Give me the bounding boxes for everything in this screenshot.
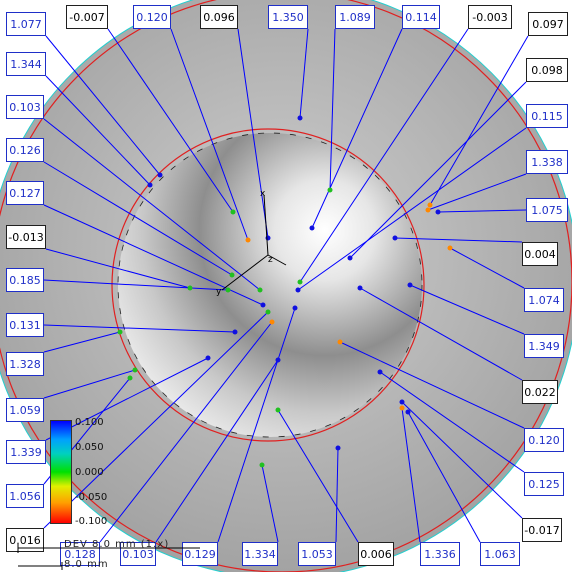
deviation-label[interactable]: 1.063 bbox=[480, 542, 520, 566]
measurement-point[interactable] bbox=[257, 287, 263, 293]
deviation-label[interactable]: 0.006 bbox=[358, 542, 394, 566]
measurement-point[interactable] bbox=[297, 279, 303, 285]
deviation-label[interactable]: 0.115 bbox=[526, 104, 568, 128]
measurement-point[interactable] bbox=[232, 329, 238, 335]
measurement-point[interactable] bbox=[447, 245, 453, 251]
deviation-label[interactable]: 0.129 bbox=[182, 542, 218, 566]
measurement-point[interactable] bbox=[275, 407, 281, 413]
measurement-point[interactable] bbox=[405, 409, 411, 415]
deviation-label[interactable]: 1.334 bbox=[242, 542, 278, 566]
measurement-point[interactable] bbox=[117, 329, 123, 335]
deviation-label[interactable]: 1.338 bbox=[526, 150, 568, 174]
deviation-label[interactable]: 0.114 bbox=[402, 5, 440, 29]
axis-y-label: y bbox=[216, 287, 222, 297]
deviation-label[interactable]: 0.004 bbox=[522, 242, 558, 266]
deviation-label[interactable]: 1.339 bbox=[6, 440, 46, 464]
measurement-point[interactable] bbox=[335, 445, 341, 451]
deviation-label[interactable]: 0.096 bbox=[200, 5, 238, 29]
measurement-point[interactable] bbox=[275, 357, 281, 363]
measurement-point[interactable] bbox=[147, 182, 153, 188]
measurement-point[interactable] bbox=[337, 339, 343, 345]
measurement-point[interactable] bbox=[132, 367, 138, 373]
measurement-point[interactable] bbox=[399, 405, 405, 411]
measurement-point[interactable] bbox=[399, 399, 405, 405]
legend-tick-min: -0.100 bbox=[75, 516, 108, 527]
deviation-label[interactable]: 0.125 bbox=[524, 472, 564, 496]
deviation-label[interactable]: 1.074 bbox=[524, 288, 564, 312]
measurement-point[interactable] bbox=[377, 369, 383, 375]
deviation-label[interactable]: 1.077 bbox=[6, 12, 46, 36]
deviation-label[interactable]: 1.053 bbox=[298, 542, 336, 566]
measurement-point[interactable] bbox=[187, 285, 193, 291]
deviation-label[interactable]: 0.120 bbox=[524, 428, 564, 452]
scale-bar-caption: DEV 8.0 mm (1:x) bbox=[64, 539, 170, 550]
deviation-label[interactable]: 1.328 bbox=[6, 352, 44, 376]
deviation-label[interactable]: 0.120 bbox=[133, 5, 171, 29]
legend-tick-zero: 0.000 bbox=[75, 467, 104, 478]
measurement-point[interactable] bbox=[225, 287, 231, 293]
legend-tick-max: 0.100 bbox=[75, 417, 104, 428]
deviation-label[interactable]: 0.126 bbox=[6, 138, 44, 162]
measurement-point[interactable] bbox=[407, 282, 413, 288]
dome-surface bbox=[118, 133, 422, 437]
measurement-point[interactable] bbox=[427, 202, 433, 208]
axis-x-label: x bbox=[260, 189, 266, 199]
measurement-point[interactable] bbox=[230, 209, 236, 215]
measurement-point[interactable] bbox=[259, 462, 265, 468]
deviation-label[interactable]: 1.350 bbox=[268, 5, 308, 29]
measurement-point[interactable] bbox=[297, 115, 303, 121]
measurement-point[interactable] bbox=[245, 237, 251, 243]
measurement-point[interactable] bbox=[327, 187, 333, 193]
deviation-label[interactable]: 0.127 bbox=[6, 181, 44, 205]
measurement-point[interactable] bbox=[205, 355, 211, 361]
measurement-point[interactable] bbox=[425, 207, 431, 213]
deviation-label[interactable]: 0.185 bbox=[6, 268, 44, 292]
measurement-point[interactable] bbox=[357, 285, 363, 291]
measurement-point[interactable] bbox=[260, 302, 266, 308]
deviation-label[interactable]: 0.131 bbox=[6, 313, 44, 337]
measurement-point[interactable] bbox=[309, 225, 315, 231]
measurement-point[interactable] bbox=[347, 255, 353, 261]
measurement-point[interactable] bbox=[392, 235, 398, 241]
deviation-label[interactable]: 0.022 bbox=[522, 380, 558, 404]
color-scale-bar bbox=[50, 420, 72, 524]
deviation-label[interactable]: 1.336 bbox=[420, 542, 460, 566]
deviation-label[interactable]: 0.098 bbox=[526, 58, 568, 82]
axis-z-label: z bbox=[268, 255, 273, 265]
measurement-point[interactable] bbox=[435, 209, 441, 215]
deviation-label[interactable]: -0.013 bbox=[6, 225, 46, 249]
deviation-label[interactable]: 1.059 bbox=[6, 398, 44, 422]
legend-tick-high: 0.050 bbox=[75, 442, 104, 453]
deviation-label[interactable]: 1.056 bbox=[6, 484, 44, 508]
deviation-label[interactable]: 0.016 bbox=[6, 528, 44, 552]
deviation-label[interactable]: -0.003 bbox=[468, 5, 512, 29]
part-render: x y z bbox=[0, 0, 572, 572]
inspection-viewport[interactable]: x y z 1.077 -0.007 0.120 0.096 1.350 1.089 0.1… bbox=[0, 0, 572, 572]
measurement-point[interactable] bbox=[157, 172, 163, 178]
deviation-label[interactable]: -0.017 bbox=[522, 518, 562, 542]
measurement-point[interactable] bbox=[295, 287, 301, 293]
deviation-label[interactable]: 0.097 bbox=[528, 12, 568, 36]
measurement-point[interactable] bbox=[269, 319, 275, 325]
measurement-point[interactable] bbox=[292, 305, 298, 311]
deviation-label[interactable]: -0.007 bbox=[66, 5, 108, 29]
deviation-label[interactable]: 1.344 bbox=[6, 52, 46, 76]
deviation-label[interactable]: 1.089 bbox=[335, 5, 375, 29]
deviation-label[interactable]: 1.075 bbox=[526, 198, 568, 222]
measurement-point[interactable] bbox=[229, 272, 235, 278]
legend-tick-low: -0.050 bbox=[75, 492, 108, 503]
deviation-label[interactable]: 1.349 bbox=[524, 334, 564, 358]
scale-bar-subcaption: 8.0 mm bbox=[64, 559, 109, 570]
deviation-label[interactable]: 0.103 bbox=[6, 95, 44, 119]
measurement-point[interactable] bbox=[265, 309, 271, 315]
measurement-point[interactable] bbox=[127, 375, 133, 381]
